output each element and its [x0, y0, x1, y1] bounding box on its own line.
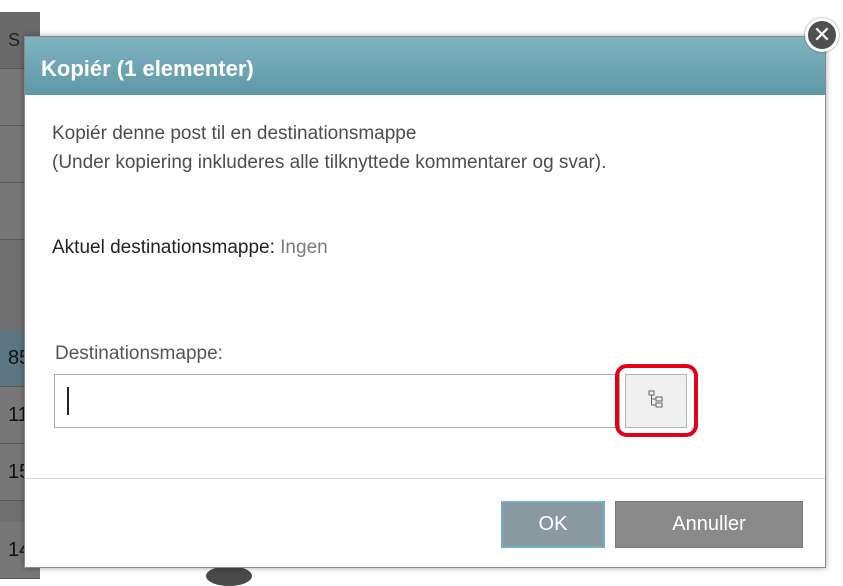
close-icon: ✕ [812, 22, 832, 47]
description-line: Kopiér denne post til en destinationsmap… [52, 123, 417, 144]
ok-button[interactable]: OK [501, 501, 605, 548]
dialog-title: Kopiér (1 elementer) [41, 56, 254, 81]
destination-field-label: Destinationsmappe: [55, 343, 223, 364]
cancel-button[interactable]: Annuller [615, 501, 803, 548]
dialog-description: Kopiér denne post til en destinationsmap… [52, 119, 812, 177]
highlight-annotation [615, 364, 698, 437]
current-destination: Aktuel destinationsmappe: Ingen [52, 237, 328, 259]
background-top-strip [0, 0, 843, 12]
copy-dialog: Kopiér (1 elementer) Kopiér denne post t… [24, 36, 826, 568]
footer-divider [25, 478, 825, 479]
current-destination-label: Aktuel destinationsmappe: [52, 237, 275, 258]
current-destination-value: Ingen [280, 237, 328, 258]
dialog-header: Kopiér (1 elementer) [25, 37, 825, 95]
text-caret [67, 387, 69, 415]
close-button[interactable]: ✕ [805, 18, 839, 52]
destination-input[interactable] [54, 374, 620, 428]
description-line: (Under kopiering inkluderes alle tilknyt… [52, 152, 607, 173]
background-decoration [206, 566, 252, 586]
